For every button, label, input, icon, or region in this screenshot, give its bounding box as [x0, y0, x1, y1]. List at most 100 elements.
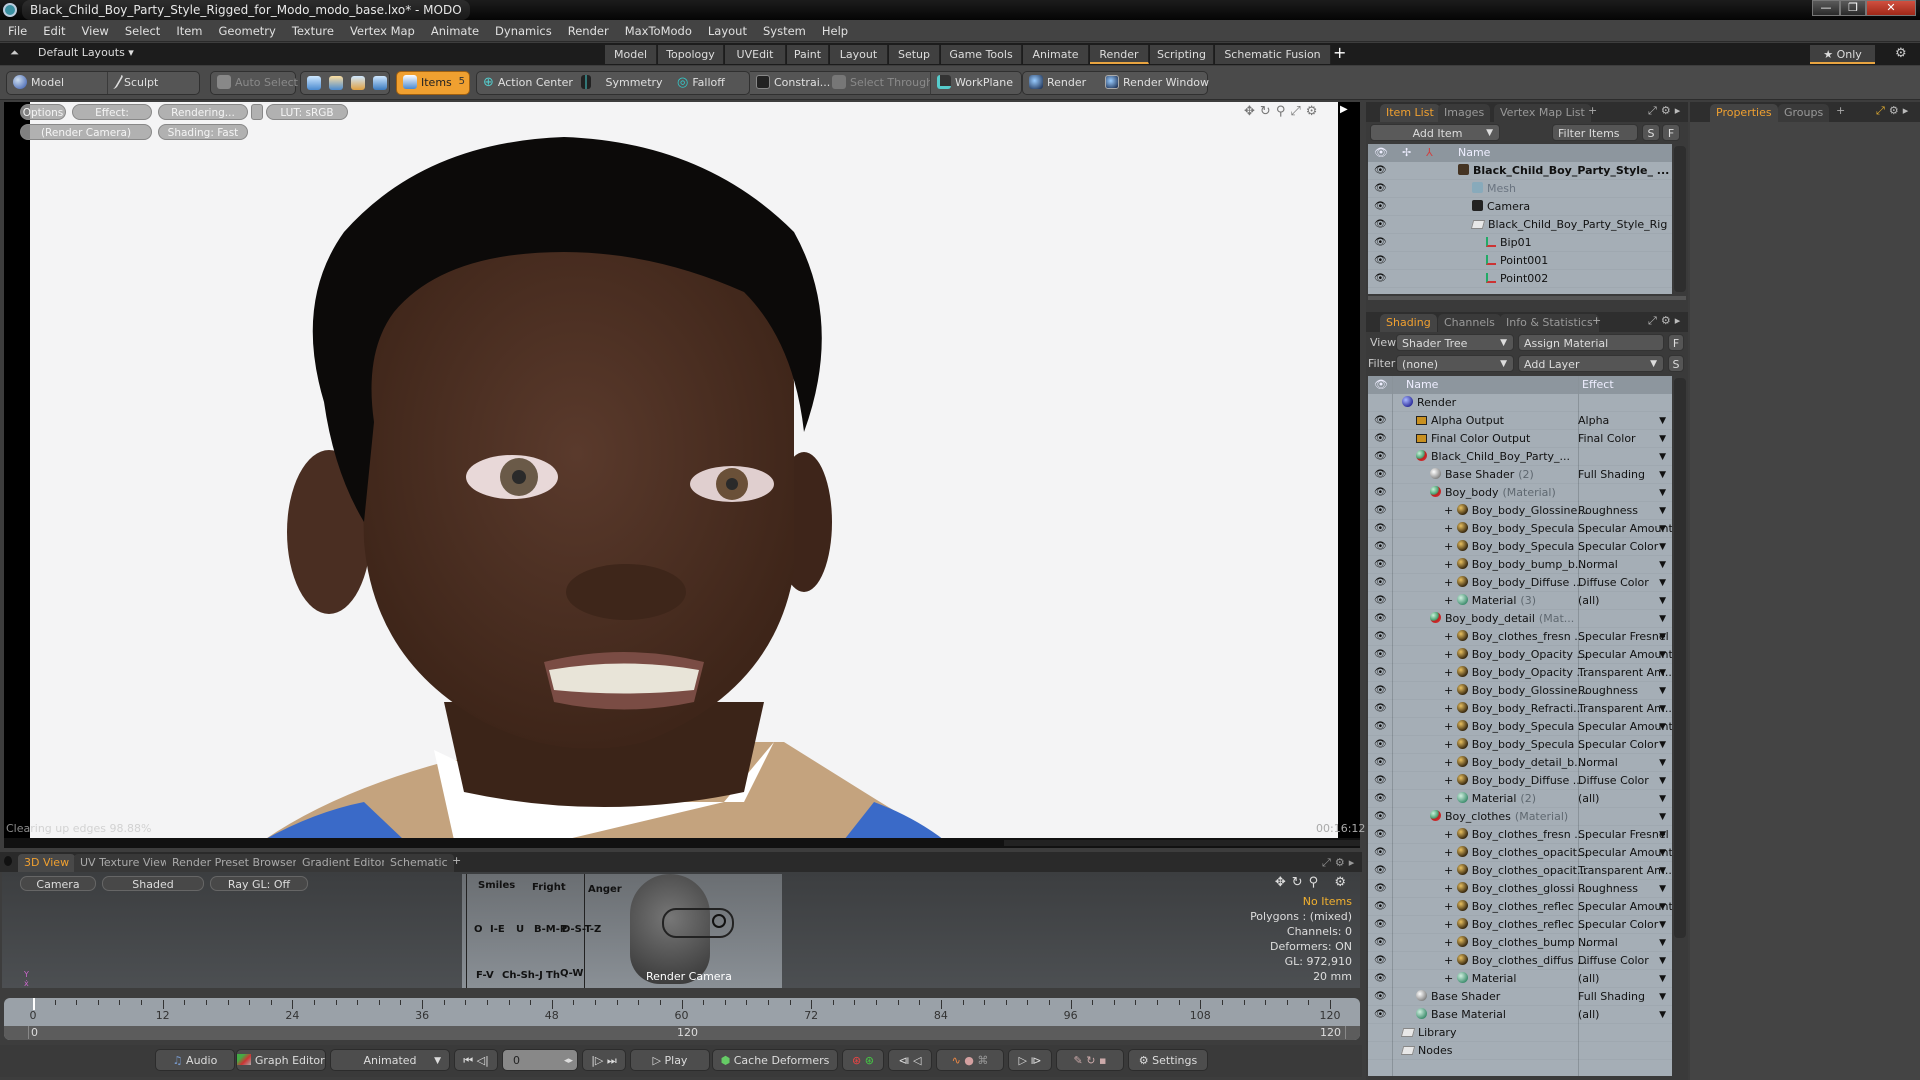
shader-row[interactable]: 👁 + Boy_clothes_glossi ... Roughness ▼ — [1368, 880, 1672, 898]
eye-icon[interactable]: 👁 — [1374, 988, 1387, 1006]
items-mode-button[interactable]: Items 5 — [396, 71, 470, 95]
assign-material-button[interactable]: Assign Material — [1518, 334, 1664, 351]
shader-row[interactable]: 👁 Black_Child_Boy_Party_... ▼ — [1368, 448, 1672, 466]
dropdown-arrow-icon[interactable]: ▼ — [1659, 430, 1666, 448]
tab-properties[interactable]: Properties — [1710, 104, 1778, 122]
view-gear-icon[interactable]: ⚙ — [1334, 875, 1352, 890]
effect-dropdown[interactable]: (all) — [1578, 790, 1599, 808]
render-viewport[interactable] — [4, 102, 1360, 840]
ray-gl-chip[interactable]: Ray GL: Off — [210, 876, 308, 891]
expand-plus-icon[interactable]: + — [1444, 774, 1457, 787]
zoom-icon[interactable]: ⚲ — [1309, 875, 1325, 890]
effect-dropdown[interactable]: Transparent Am... — [1578, 664, 1672, 682]
graph-editor-button[interactable]: Graph Editor — [236, 1049, 326, 1071]
eye-icon[interactable]: 👁 — [1374, 574, 1387, 592]
eye-icon[interactable]: 👁 — [1374, 808, 1387, 826]
shader-row[interactable]: 👁 + Boy_clothes_opacit... Transparent Am..… — [1368, 862, 1672, 880]
eye-icon[interactable]: 👁 — [1374, 484, 1387, 502]
gear-icon[interactable]: ⚙ — [1661, 314, 1675, 327]
shading-s-button[interactable]: S — [1668, 355, 1684, 372]
effect-dropdown[interactable]: Transparent Am... — [1578, 700, 1672, 718]
eye-icon[interactable]: 👁 — [1374, 682, 1387, 700]
effect-dropdown[interactable]: (all) — [1578, 970, 1599, 988]
eye-icon[interactable]: 👁 — [1374, 718, 1387, 736]
select-through-button[interactable]: Select Through — [828, 72, 933, 94]
tab-info-statistics[interactable]: Info & Statistics — [1500, 314, 1599, 332]
eye-icon[interactable]: 👁 — [1374, 520, 1387, 538]
layout-tab-animate[interactable]: Animate — [1023, 45, 1089, 64]
shader-row[interactable]: 👁 Boy_body_detail (Mat... ▼ — [1368, 610, 1672, 628]
shader-row[interactable]: 👁 Base Material (all) ▼ — [1368, 1006, 1672, 1024]
shader-row[interactable]: 👁 Base Shader (2) Full Shading ▼ — [1368, 466, 1672, 484]
minimize-button[interactable]: — — [1812, 0, 1840, 16]
shader-row[interactable]: 👁 Boy_clothes (Material) ▼ — [1368, 808, 1672, 826]
expand-plus-icon[interactable]: + — [1444, 918, 1457, 931]
shader-row[interactable]: 👁 + Boy_clothes_fresn ... Specular Fresnel… — [1368, 628, 1672, 646]
effect-dropdown[interactable]: Specular Amount — [1578, 520, 1672, 538]
add-layer-dropdown[interactable]: Add Layer ▼ — [1518, 355, 1664, 372]
shader-row[interactable]: 👁 Boy_body (Material) ▼ — [1368, 484, 1672, 502]
panel-collapse-icon[interactable] — [4, 856, 12, 866]
effect-dropdown[interactable]: Normal — [1578, 934, 1618, 952]
expand-plus-icon[interactable]: + — [1444, 864, 1457, 877]
search-s-button[interactable]: S — [1642, 124, 1660, 141]
dropdown-arrow-icon[interactable]: ▼ — [1659, 790, 1666, 808]
shader-row[interactable]: 👁 + Boy_body_Diffuse ... Diffuse Color ▼ — [1368, 574, 1672, 592]
shading-f-button[interactable]: F — [1668, 334, 1684, 351]
dropdown-arrow-icon[interactable]: ▼ — [1659, 502, 1666, 520]
shader-row[interactable]: 👁 + Boy_body_Diffuse ... Diffuse Color ▼ — [1368, 772, 1672, 790]
panel-gear-icon[interactable]: ⚙ — [1335, 856, 1349, 869]
shader-row[interactable]: 👁 Alpha Output Alpha ▼ — [1368, 412, 1672, 430]
dropdown-arrow-icon[interactable]: ▼ — [1659, 682, 1666, 700]
maximize-button[interactable]: ❐ — [1840, 0, 1866, 16]
add-tab-button[interactable]: + — [452, 854, 461, 867]
dropdown-arrow-icon[interactable]: ▼ — [1659, 592, 1666, 610]
eye-icon[interactable]: 👁 — [1374, 790, 1387, 808]
rotate-icon[interactable]: ↻ — [1292, 875, 1309, 890]
shader-row[interactable]: 👁 + Boy_clothes_opacit... Specular Amount ▼ — [1368, 844, 1672, 862]
shader-row[interactable]: 👁 + Material (all) ▼ — [1368, 970, 1672, 988]
expand-plus-icon[interactable]: + — [1444, 720, 1457, 733]
shader-row[interactable]: 👁 + Boy_clothes_fresn ... Specular Fresnel… — [1368, 826, 1672, 844]
eye-icon[interactable]: 👁 — [1374, 772, 1387, 790]
eye-icon[interactable]: 👁 — [1374, 448, 1387, 466]
layout-tab-paint[interactable]: Paint — [787, 45, 829, 64]
menu-arrow-icon[interactable]: ▸ — [1903, 104, 1913, 117]
render-camera-chip[interactable]: (Render Camera) — [20, 124, 152, 140]
shader-row[interactable]: 👁 + Boy_clothes_bump ... Normal ▼ — [1368, 934, 1672, 952]
eye-icon[interactable]: 👁 — [1374, 646, 1387, 664]
effect-dropdown[interactable]: Final Color — [1578, 430, 1636, 448]
key-up-icon[interactable]: ⊛ — [852, 1054, 861, 1067]
prev-key-alt-icon[interactable]: ◁ — [913, 1054, 921, 1067]
eye-icon[interactable]: 👁 — [1374, 412, 1387, 430]
eye-icon[interactable]: 👁 — [1374, 234, 1387, 252]
eye-icon[interactable]: 👁 — [1374, 610, 1387, 628]
falloff-button[interactable]: ◎ Falloff — [673, 72, 725, 94]
eye-icon[interactable]: 👁 — [1374, 700, 1387, 718]
dropdown-arrow-icon[interactable]: ▼ — [1659, 916, 1666, 934]
item-row[interactable]: 👁 Camera — [1368, 198, 1672, 216]
go-end-icon[interactable]: ⏭ — [607, 1054, 617, 1067]
go-start-icon[interactable]: ⏮ — [463, 1054, 473, 1067]
dropdown-arrow-icon[interactable]: ▼ — [1659, 556, 1666, 574]
eye-icon[interactable]: 👁 — [1374, 466, 1387, 484]
maximize-panel-icon[interactable]: ⤢ — [1322, 856, 1335, 869]
cache-deformers-button[interactable]: ⬢ Cache Deformers — [712, 1049, 838, 1071]
menu-vertex-map[interactable]: Vertex Map — [342, 20, 423, 42]
effect-dropdown[interactable]: (all) — [1578, 1006, 1599, 1024]
filter-items-input[interactable]: Filter Items — [1552, 124, 1638, 141]
eye-icon[interactable]: 👁 — [1374, 970, 1387, 988]
expand-plus-icon[interactable]: + — [1444, 828, 1457, 841]
dropdown-arrow-icon[interactable]: ▼ — [1659, 610, 1666, 628]
eye-icon[interactable]: 👁 — [1374, 216, 1387, 234]
expand-plus-icon[interactable]: + — [1444, 936, 1457, 949]
menu-arrow-icon[interactable]: ▸ — [1675, 314, 1685, 327]
material-mode-icon[interactable] — [373, 76, 387, 90]
shader-row[interactable]: 👁 + Boy_body_detail_b... Normal ▼ — [1368, 754, 1672, 772]
gear-icon[interactable]: ⚙ — [1895, 46, 1907, 61]
audio-button[interactable]: ♫ Audio — [155, 1049, 235, 1071]
expand-plus-icon[interactable]: + — [1444, 594, 1457, 607]
step-forward-icon[interactable]: |▷ — [591, 1054, 603, 1067]
menu-dynamics[interactable]: Dynamics — [487, 20, 560, 42]
tab-uv-texture-view[interactable]: UV Texture View — [74, 854, 175, 872]
